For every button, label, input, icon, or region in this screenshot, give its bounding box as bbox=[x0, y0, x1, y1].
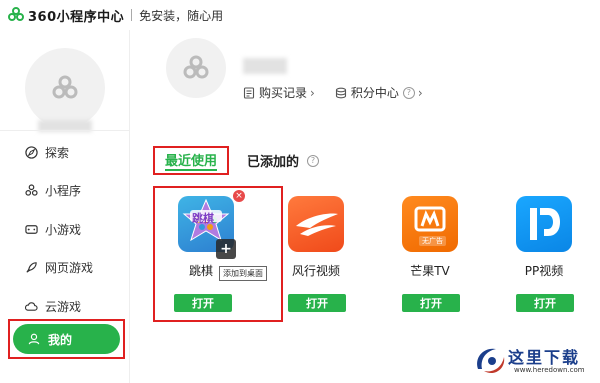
fengxing-app-icon[interactable] bbox=[288, 196, 344, 252]
sidebar-item-label: 小程序 bbox=[45, 184, 82, 199]
app-card-mango-tv[interactable]: 无广告 芒果TV 打开 bbox=[381, 186, 491, 326]
rocket-icon bbox=[24, 261, 38, 275]
app-card-checkers[interactable]: 跳棋 × + 跳棋 添加到桌面 打开 bbox=[153, 186, 283, 326]
gamepad-icon bbox=[24, 222, 38, 236]
help-icon[interactable]: ? bbox=[307, 154, 320, 167]
app-card-pp-video[interactable]: PP视频 打开 bbox=[495, 186, 600, 326]
avatar[interactable] bbox=[166, 38, 226, 98]
app-name: 360小程序中心 bbox=[28, 9, 125, 25]
watermark: 这里下载 www.heredown.com bbox=[470, 340, 600, 383]
watermark-logo-icon bbox=[477, 348, 505, 374]
cloud-icon bbox=[24, 299, 38, 313]
compass-icon bbox=[24, 145, 38, 159]
tab-added[interactable]: 已添加的 bbox=[247, 151, 299, 170]
app-logo: 360小程序中心 bbox=[8, 6, 124, 25]
pp-video-app-icon[interactable] bbox=[516, 196, 572, 252]
avatar-placeholder-icon bbox=[183, 55, 209, 79]
mango-icon-text: 无广告 bbox=[419, 236, 446, 246]
sidebar-item-mini-games[interactable]: 小游戏 bbox=[0, 210, 130, 249]
sidebar-item-label: 网页游戏 bbox=[45, 261, 94, 276]
remove-app-button[interactable]: × bbox=[233, 190, 245, 202]
sidebar-item-label: 我的 bbox=[48, 332, 73, 347]
sidebar-item-mine[interactable]: 我的 bbox=[13, 324, 120, 354]
coins-icon bbox=[335, 87, 346, 98]
receipt-icon bbox=[243, 86, 255, 99]
open-app-button[interactable]: 打开 bbox=[516, 294, 574, 312]
tab-recent[interactable]: 最近使用 bbox=[153, 146, 230, 175]
pp-logo-icon bbox=[530, 208, 560, 240]
open-app-button[interactable]: 打开 bbox=[174, 294, 232, 312]
sidebar-item-label: 小游戏 bbox=[45, 222, 82, 237]
logo-icon bbox=[8, 7, 24, 21]
checkers-icon-text: 跳棋 bbox=[192, 212, 214, 225]
profile-links: 购买记录 › 积分中心 ? › bbox=[243, 84, 423, 101]
main-content: 购买记录 › 积分中心 ? › 最近使用 已添加的 ? 跳棋 × + 跳棋 添加… bbox=[131, 30, 600, 383]
app-grid: 跳棋 × + 跳棋 添加到桌面 打开 风行视频 打开 无广告 芒果TV 打开 P… bbox=[153, 186, 593, 326]
chevron-right-icon: › bbox=[417, 85, 423, 100]
divider bbox=[0, 130, 130, 131]
divider bbox=[131, 9, 133, 21]
avatar-placeholder-icon bbox=[52, 75, 78, 99]
help-icon[interactable]: ? bbox=[402, 86, 415, 99]
chevron-right-icon: › bbox=[310, 85, 315, 100]
sidebar-item-web-games[interactable]: 网页游戏 bbox=[0, 249, 130, 288]
purchase-history-label: 购买记录 bbox=[259, 86, 308, 100]
open-app-button[interactable]: 打开 bbox=[288, 294, 346, 312]
avatar[interactable] bbox=[25, 48, 105, 128]
points-center-label: 积分中心 bbox=[350, 86, 399, 100]
sidebar-item-label: 探索 bbox=[45, 145, 70, 160]
app-name: 芒果TV bbox=[410, 264, 450, 278]
username-blurred bbox=[243, 58, 287, 74]
sidebar-nav: 探索 小程序 小游戏 网页游戏 云游戏 bbox=[0, 133, 130, 326]
mango-tv-app-icon[interactable]: 无广告 bbox=[402, 196, 458, 252]
purchase-history-link[interactable]: 购买记录 › bbox=[243, 84, 315, 101]
tooltip: 添加到桌面 bbox=[219, 266, 267, 281]
open-app-button[interactable]: 打开 bbox=[402, 294, 460, 312]
highlight-frame-mine: 我的 bbox=[8, 319, 125, 359]
user-icon bbox=[27, 332, 41, 346]
mini-program-icon bbox=[24, 184, 38, 198]
sidebar-item-explore[interactable]: 探索 bbox=[0, 133, 130, 172]
app-name: PP视频 bbox=[524, 264, 564, 278]
watermark-title: 这里下载 bbox=[508, 348, 581, 367]
tab-bar: 最近使用 已添加的 ? bbox=[153, 146, 320, 175]
sidebar-item-label: 云游戏 bbox=[45, 299, 82, 314]
title-bar: 360小程序中心 免安装，随心用 bbox=[0, 0, 600, 30]
add-to-desktop-button[interactable]: + bbox=[216, 239, 236, 259]
app-slogan: 免安装，随心用 bbox=[139, 8, 224, 23]
app-name: 风行视频 bbox=[291, 264, 340, 278]
sidebar-item-mini-programs[interactable]: 小程序 bbox=[0, 172, 130, 211]
watermark-url: www.heredown.com bbox=[514, 366, 585, 374]
fengxing-logo-icon bbox=[296, 213, 338, 236]
app-card-fengxing[interactable]: 风行视频 打开 bbox=[267, 186, 377, 326]
sidebar: 探索 小程序 小游戏 网页游戏 云游戏 我的 bbox=[0, 30, 130, 383]
points-center-link[interactable]: 积分中心 ? › bbox=[335, 84, 423, 101]
